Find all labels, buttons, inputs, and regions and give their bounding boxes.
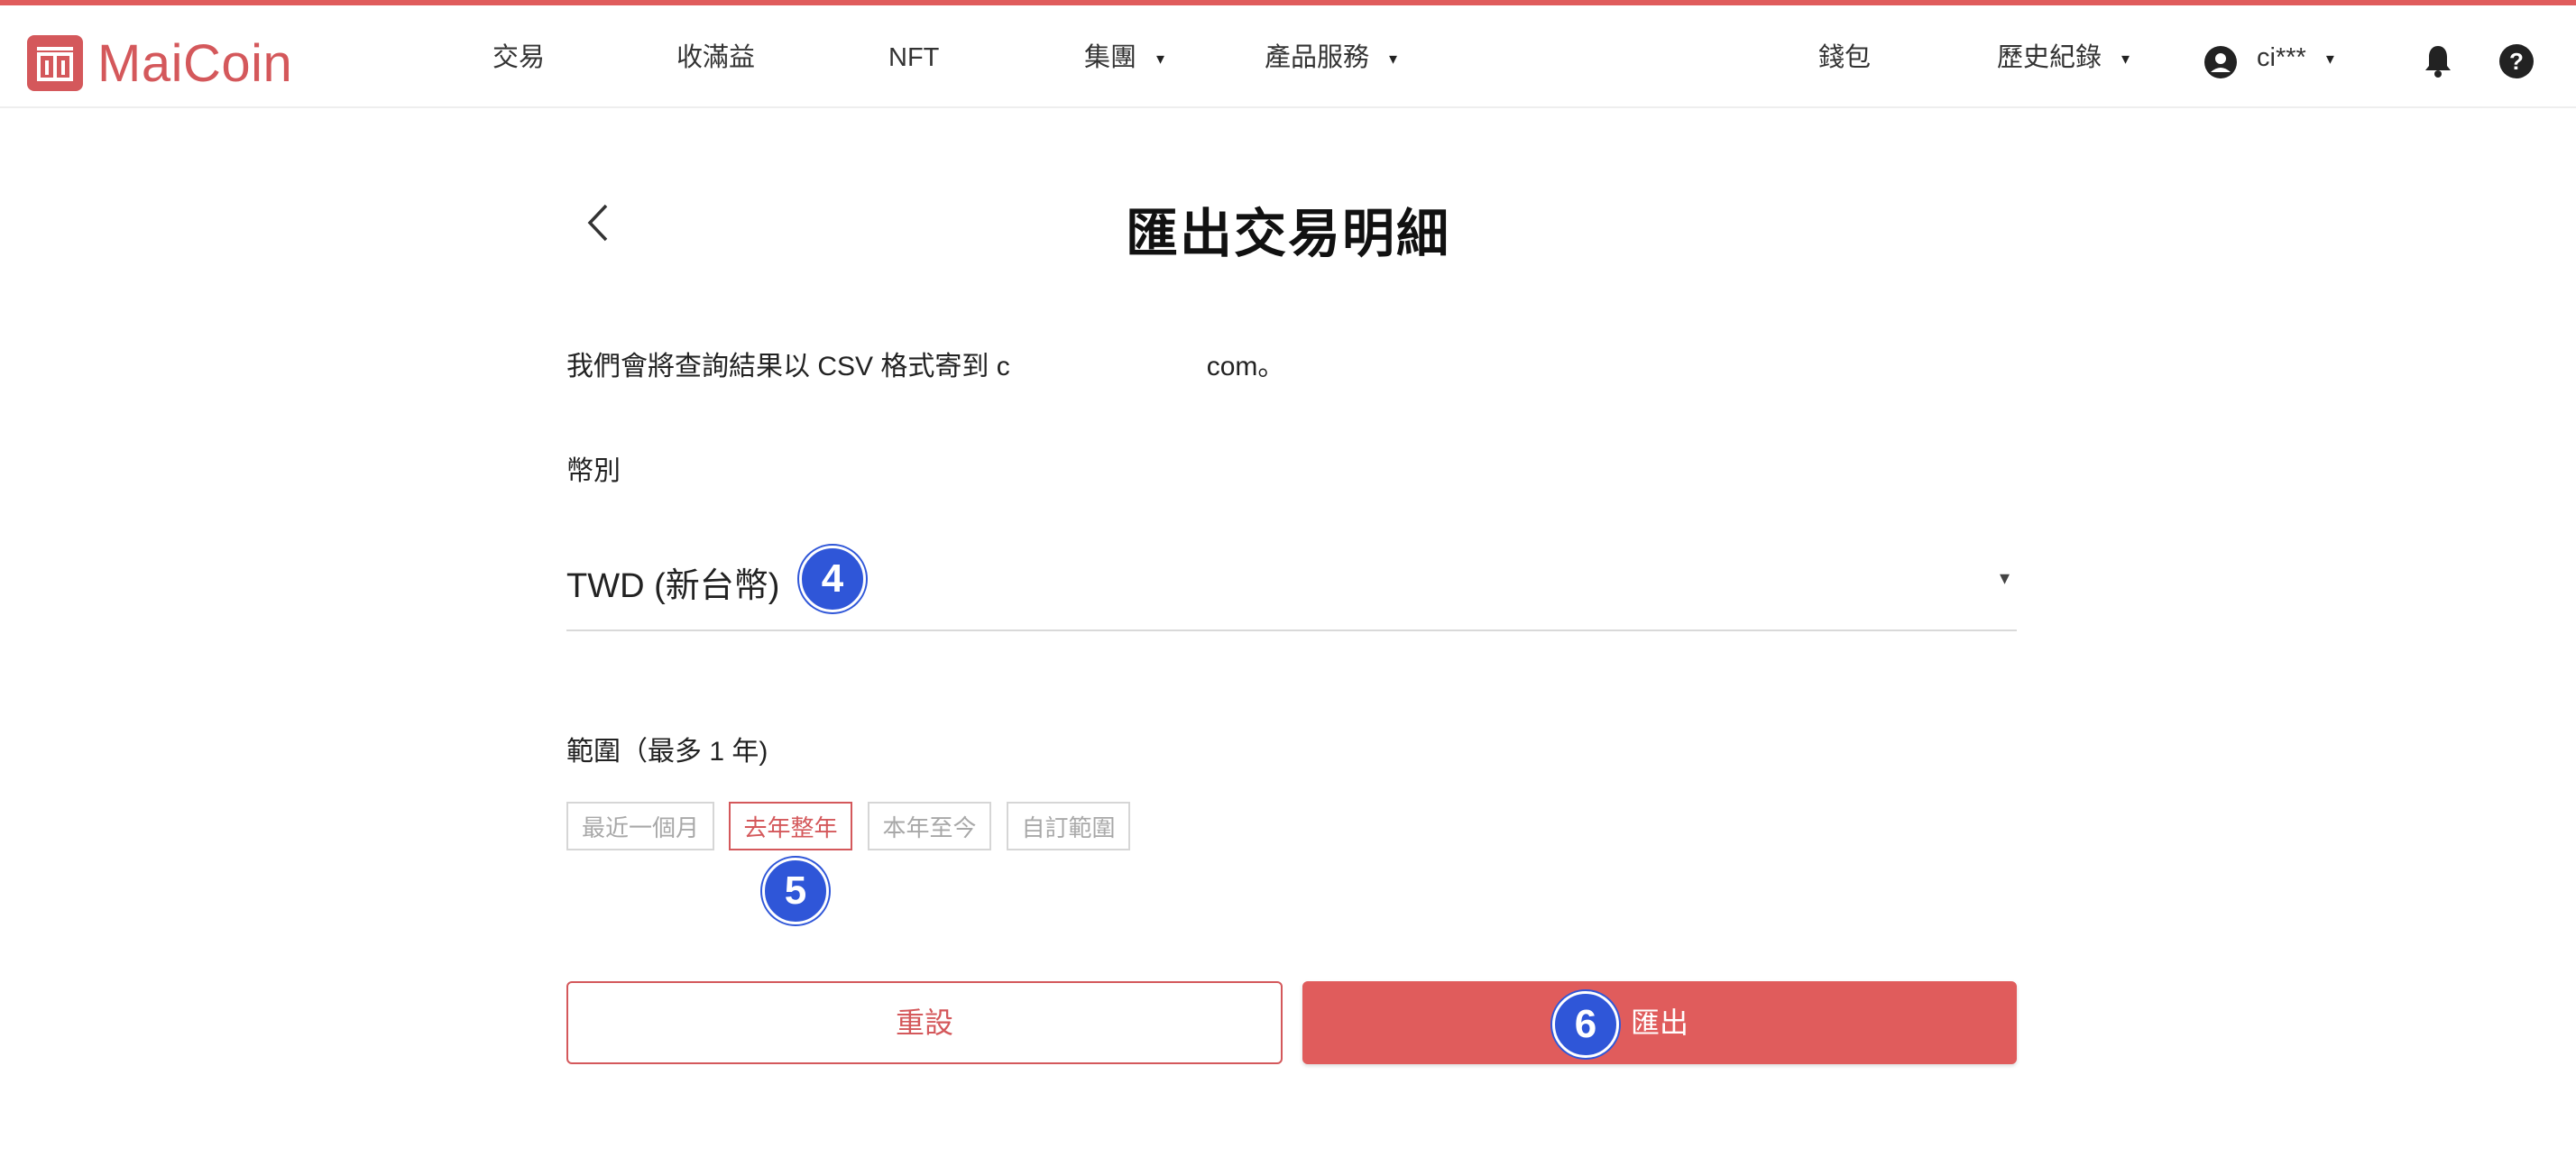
nav-wallet-label: 錢包 [1818, 43, 1872, 72]
chevron-down-icon: ▾ [2121, 50, 2130, 69]
range-year-to-date-button[interactable]: 本年至今 [868, 802, 991, 850]
page-title: 匯出交易明細 [1125, 205, 1450, 263]
chevron-down-icon: ▾ [2325, 50, 2334, 69]
help-circle-icon[interactable]: ? [2498, 43, 2535, 79]
reset-button[interactable]: 重設 [566, 981, 1283, 1064]
currency-select[interactable]: TWD (新台幣) ▾ [566, 541, 2017, 631]
brand-name: MaiCoin [97, 33, 293, 93]
export-description: 我們會將查詢結果以 CSV 格式寄到 c com。 [566, 344, 1284, 383]
svg-text:?: ? [2509, 48, 2524, 75]
bell-icon[interactable] [2422, 43, 2454, 79]
chevron-down-icon: ▾ [1389, 50, 1398, 69]
nav-nft[interactable]: NFT [888, 38, 939, 78]
nav-earn[interactable]: 收滿益 [676, 38, 755, 78]
nav-earn-label: 收滿益 [676, 43, 756, 72]
nav-history[interactable]: 歷史紀錄 ▾ [1997, 38, 2130, 78]
dropdown-caret-icon: ▾ [1999, 566, 2010, 589]
nav-history-label: 歷史紀錄 [1997, 43, 2102, 72]
step-badge-5: 5 [762, 858, 829, 924]
nav-group[interactable]: 集團 ▾ [1084, 38, 1164, 78]
step-badge-4: 4 [799, 546, 866, 612]
chevron-down-icon: ▾ [1156, 50, 1165, 69]
nav-group-label: 集團 [1084, 43, 1137, 72]
nav-wallet[interactable]: 錢包 [1818, 38, 1871, 78]
nav-trade-label: 交易 [492, 43, 546, 72]
currency-label: 幣別 [566, 456, 621, 486]
nav-nft-label: NFT [888, 43, 940, 72]
currency-selected-value: TWD (新台幣) [566, 567, 780, 605]
nav-user-label: ci*** [2257, 43, 2306, 72]
maicoin-logo-icon [27, 35, 83, 91]
nav-user[interactable]: ci*** ▾ [2257, 38, 2334, 78]
user-circle-icon[interactable] [2203, 45, 2238, 79]
nav-products[interactable]: 產品服務 ▾ [1265, 38, 1397, 78]
range-last-year-button[interactable]: 去年整年 [729, 802, 852, 850]
maicoin-logo[interactable]: MaiCoin [27, 33, 293, 93]
description-suffix: com。 [1206, 352, 1285, 381]
range-custom-button[interactable]: 自訂範圍 [1007, 802, 1130, 850]
export-button[interactable]: 匯出 [1302, 981, 2017, 1064]
range-last-month-button[interactable]: 最近一個月 [566, 802, 714, 850]
nav-trade[interactable]: 交易 [492, 38, 545, 78]
description-prefix: 我們會將查詢結果以 CSV 格式寄到 c [566, 352, 1010, 381]
step-badge-6: 6 [1552, 991, 1619, 1058]
export-button-label: 匯出 [1630, 1006, 1688, 1039]
top-navbar: MaiCoin 交易 收滿益 NFT 集團 ▾ 產品服務 ▾ 錢包 歷史紀錄 ▾ ci… [0, 5, 2576, 108]
range-label: 範圍（最多 1 年) [566, 737, 768, 767]
nav-products-label: 產品服務 [1265, 43, 1370, 72]
